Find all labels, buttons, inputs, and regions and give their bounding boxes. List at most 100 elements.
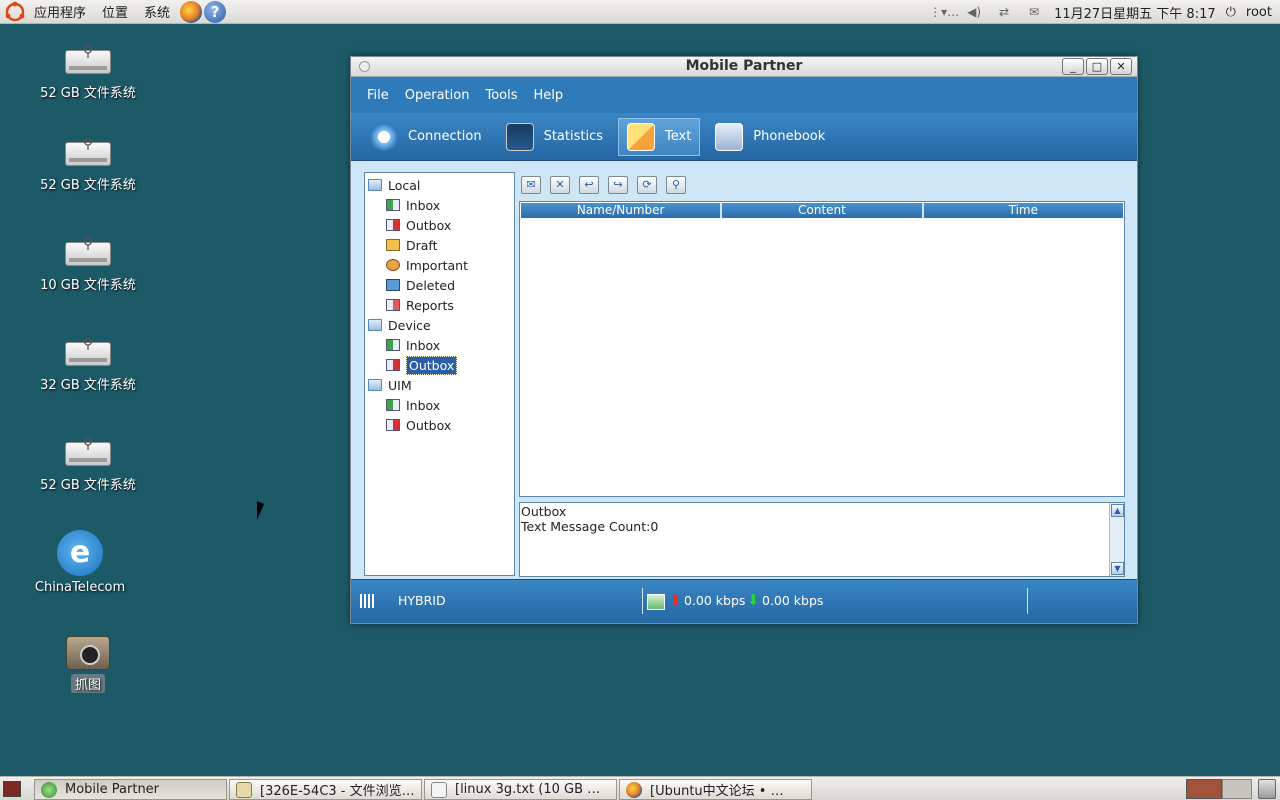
phonebook-button[interactable]: Phonebook [706, 118, 834, 156]
tree-item-uim-inbox[interactable]: Inbox [386, 395, 440, 415]
tree-node-device[interactable]: Device [368, 315, 431, 335]
statistics-label: Statistics [543, 129, 603, 144]
desktop-icon-drive-4[interactable]: ⚲ 32 GB 文件系统 [23, 336, 153, 393]
tree-label: Deleted [406, 277, 456, 293]
delete-message-icon[interactable]: ✕ [550, 176, 570, 194]
desktop-icon-label: 52 GB 文件系统 [40, 178, 136, 193]
tree-label: Inbox [406, 337, 441, 353]
folder-icon [368, 379, 382, 391]
minimize-button[interactable]: _ [1062, 58, 1084, 75]
desktop-icon-label: 52 GB 文件系统 [40, 478, 136, 493]
desktop-icon-drive-5[interactable]: ⚲ 52 GB 文件系统 [23, 436, 153, 493]
folder-info-name: Outbox [521, 504, 567, 519]
connection-button[interactable]: Connection [361, 118, 491, 156]
message-toolbar: ✉ ✕ ↩ ↪ ⟳ ⚲ [521, 176, 686, 198]
firefox-icon [626, 781, 642, 798]
scroll-up-icon[interactable]: ▲ [1111, 504, 1124, 517]
tree-item-uim-outbox[interactable]: Outbox [386, 415, 451, 435]
tree-item-local-outbox[interactable]: Outbox [386, 215, 451, 235]
menu-tools[interactable]: Tools [477, 88, 525, 103]
upload-speed: 0.00 kbps [684, 593, 746, 608]
desktop-icon-screenshot[interactable]: 抓图 [23, 636, 153, 693]
tree-item-local-deleted[interactable]: Deleted [386, 275, 455, 295]
window-titlebar[interactable]: Mobile Partner _ □ ✕ [351, 57, 1137, 77]
desktop-icon-drive-3[interactable]: ⚲ 10 GB 文件系统 [23, 236, 153, 293]
top-panel: 应用程序 位置 系统 ? ⋮▾… ◀︎) ⇄ ✉ 11月27日星期五 下午 8:… [0, 0, 1280, 24]
desktop-icon-label: 10 GB 文件系统 [40, 278, 136, 293]
desktop-icon-label: 32 GB 文件系统 [40, 378, 136, 393]
task-label: [Ubuntu中文论坛 • … [650, 784, 784, 799]
usb-drive-icon: ⚲ [65, 236, 111, 270]
trash-icon[interactable] [1258, 779, 1276, 799]
taskbar-text-editor[interactable]: [linux 3g.txt (10 GB … [424, 779, 617, 800]
tree-item-local-reports[interactable]: Reports [386, 295, 454, 315]
phonebook-icon [715, 122, 744, 151]
tree-item-device-inbox[interactable]: Inbox [386, 335, 440, 355]
network-mode: HYBRID [398, 593, 446, 608]
menu-file[interactable]: File [359, 88, 397, 103]
desktop-icon-drive-2[interactable]: ⚲ 52 GB 文件系统 [23, 136, 153, 193]
desktop-icon-drive-1[interactable]: ⚲ 52 GB 文件系统 [23, 44, 153, 101]
column-header-time[interactable]: Time [924, 203, 1123, 218]
outbox-icon [386, 359, 400, 371]
menu-system[interactable]: 系统 [136, 0, 178, 24]
tree-item-local-inbox[interactable]: Inbox [386, 195, 440, 215]
column-header-name-number[interactable]: Name/Number [521, 203, 723, 218]
column-header-content[interactable]: Content [722, 203, 924, 218]
forward-icon[interactable]: ↪ [608, 176, 628, 194]
workspace-2[interactable] [1222, 779, 1252, 799]
user-menu[interactable]: root [1246, 5, 1272, 20]
tree-item-local-important[interactable]: Important [386, 255, 468, 275]
text-button[interactable]: Text [618, 117, 701, 156]
menu-operation[interactable]: Operation [397, 88, 478, 103]
tree-node-uim[interactable]: UIM [368, 375, 412, 395]
tree-label: Outbox [406, 417, 452, 433]
tree-item-local-draft[interactable]: Draft [386, 235, 438, 255]
menu-help[interactable]: Help [526, 88, 572, 103]
show-desktop-icon[interactable] [3, 781, 21, 797]
new-message-icon[interactable]: ✉ [521, 176, 541, 194]
tree-label: Reports [406, 297, 454, 313]
reports-icon [386, 299, 400, 311]
desktop-icon-label: ChinaTelecom [34, 580, 126, 595]
usb-drive-icon: ⚲ [65, 336, 111, 370]
message-folder-tree: Local Inbox Outbox Draft Important Delet… [364, 172, 515, 576]
mail-icon[interactable]: ✉ [1024, 4, 1044, 20]
workspace-1[interactable] [1186, 779, 1222, 799]
reply-icon[interactable]: ↩ [579, 176, 599, 194]
clock[interactable]: 11月27日星期五 下午 8:17 [1054, 3, 1216, 22]
window-title: Mobile Partner [685, 58, 803, 74]
help-launcher-icon[interactable]: ? [204, 0, 227, 23]
camera-icon [66, 636, 110, 670]
taskbar-file-browser[interactable]: [326E-54C3 - 文件浏览… [229, 779, 422, 800]
tree-label-selected: Outbox [406, 355, 458, 375]
info-scrollbar[interactable]: ▲ ▼ [1109, 503, 1124, 576]
tree-item-device-outbox[interactable]: Outbox [386, 355, 458, 375]
table-header: Name/Number Content Time [521, 203, 1123, 218]
notification-area-icon[interactable]: ⋮▾… [929, 4, 959, 20]
volume-icon[interactable]: ◀︎) [964, 4, 984, 20]
download-speed: 0.00 kbps [762, 593, 824, 608]
taskbar-mobile-partner[interactable]: Mobile Partner [34, 779, 227, 800]
network-manager-icon[interactable]: ⇄ [994, 4, 1014, 20]
close-button[interactable]: ✕ [1110, 58, 1132, 75]
desktop-icon-chinatelecom[interactable]: e ChinaTelecom [15, 530, 145, 595]
message-table: Name/Number Content Time [519, 201, 1125, 497]
desktop-icon-label: 52 GB 文件系统 [40, 86, 136, 101]
menu-places[interactable]: 位置 [94, 0, 136, 24]
phonebook-label: Phonebook [753, 129, 826, 144]
firefox-launcher-icon[interactable] [180, 0, 203, 23]
folder-info-panel: Outbox Text Message Count:0 ▲ ▼ [519, 502, 1125, 577]
tree-node-local[interactable]: Local [368, 175, 420, 195]
maximize-button[interactable]: □ [1086, 58, 1108, 75]
statistics-button[interactable]: Statistics [497, 118, 612, 156]
ubuntu-logo-icon[interactable] [4, 1, 26, 23]
menu-applications[interactable]: 应用程序 [26, 0, 94, 24]
inbox-icon [386, 339, 400, 351]
power-icon[interactable]: ⏻ [1226, 5, 1236, 20]
taskbar-firefox[interactable]: [Ubuntu中文论坛 • … [619, 779, 812, 800]
outbox-icon [386, 419, 400, 431]
scroll-down-icon[interactable]: ▼ [1111, 562, 1124, 575]
search-icon[interactable]: ⚲ [666, 176, 686, 194]
resend-icon[interactable]: ⟳ [637, 176, 657, 194]
